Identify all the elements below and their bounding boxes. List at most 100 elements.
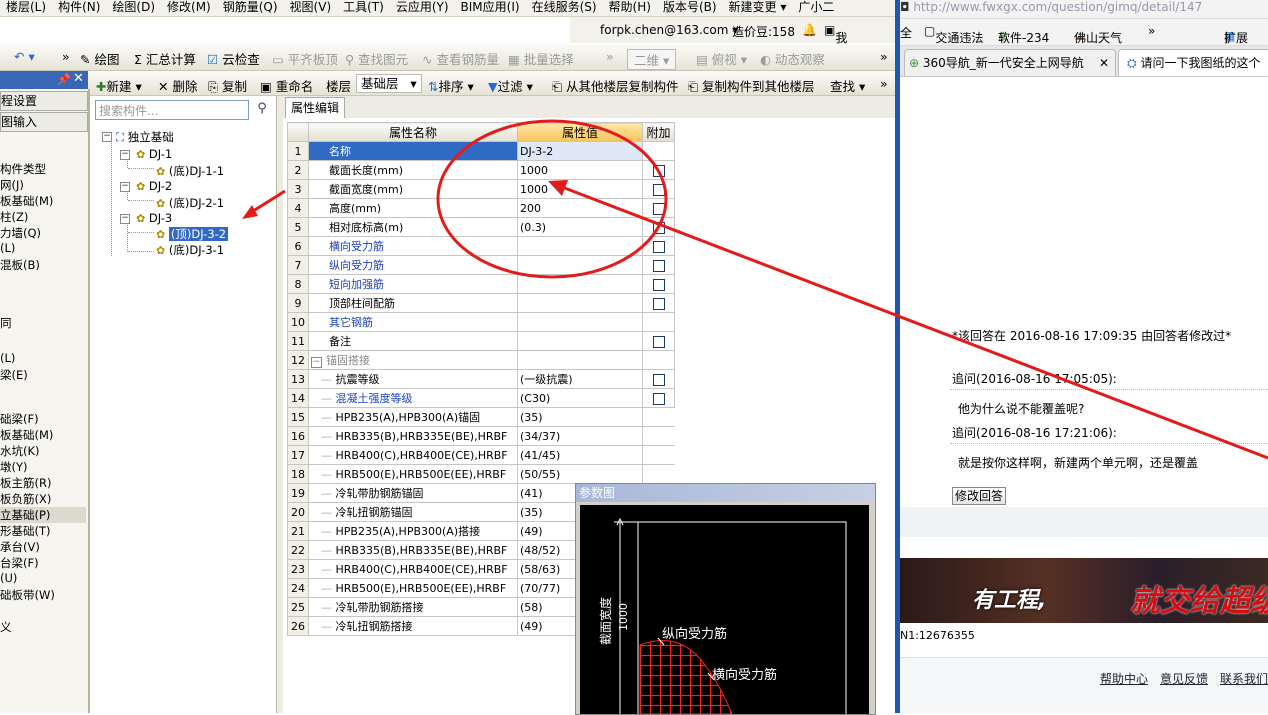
delete-button[interactable]: ✕ 删除 xyxy=(158,76,197,95)
tree-node-dj2-1[interactable]: ✿ (底)DJ-2-1 xyxy=(156,195,224,211)
property-value[interactable] xyxy=(517,350,643,370)
modify-answer-button[interactable]: 修改回答 xyxy=(952,487,1007,505)
nav-item[interactable]: 板负筋(X) xyxy=(0,491,51,507)
table-row[interactable]: 2 截面长度(mm) 1000 xyxy=(287,160,675,180)
property-value[interactable]: 1000 xyxy=(517,179,643,199)
property-name[interactable]: 备注 xyxy=(308,331,518,351)
collapse-toggle[interactable]: − xyxy=(311,357,322,368)
address-bar[interactable]: ◘ http://www.fwxgx.com/question/gimq/det… xyxy=(900,0,1268,19)
nav-item[interactable]: 承台(V) xyxy=(0,539,40,555)
collapse-toggle[interactable]: − xyxy=(120,150,130,160)
table-row[interactable]: 13— 抗震等级 (一级抗震) xyxy=(287,369,675,389)
property-value[interactable]: (34/37) xyxy=(517,426,643,446)
copy-from-floor-button[interactable]: ⎗ 从其他楼层复制构件 xyxy=(552,76,679,95)
nav-item[interactable]: 构件类型 xyxy=(0,161,46,177)
table-row[interactable]: 9 顶部柱间配筋 xyxy=(287,293,675,313)
property-name[interactable]: — 冷轧扭钢筋搭接 xyxy=(308,616,518,636)
fav-overflow[interactable]: » xyxy=(1148,24,1155,38)
collapse-toggle[interactable]: − xyxy=(120,182,130,192)
undo-icon[interactable]: ↶ ▾ xyxy=(14,49,35,64)
nav-item[interactable]: 力墙(Q) xyxy=(0,225,41,241)
table-row[interactable]: 8 短向加强筋 xyxy=(287,274,675,294)
property-name[interactable]: — HRB400(C),HRB400E(CE),HRBF xyxy=(308,559,518,579)
perspective-button[interactable]: ▤ 俯视 ▾ xyxy=(696,49,747,68)
find-button[interactable]: 查找 ▾ xyxy=(830,76,865,95)
find-element-button[interactable]: ⚲ 查找图元 xyxy=(345,49,408,68)
property-name[interactable]: 名称 xyxy=(308,141,518,161)
menu-item[interactable]: BIM应用(I) xyxy=(455,0,526,14)
property-name[interactable]: 其它钢筋 xyxy=(308,312,518,332)
property-name[interactable]: 截面宽度(mm) xyxy=(308,179,518,199)
menu-item[interactable]: 工具(T) xyxy=(337,0,390,14)
property-name[interactable]: − 锚固搭接 xyxy=(308,350,518,370)
footer-link-help[interactable]: 帮助中心 xyxy=(1100,670,1148,687)
property-name[interactable]: 横向受力筋 xyxy=(308,236,518,256)
grid-header-name[interactable]: 属性名称 xyxy=(308,122,518,142)
nav-item[interactable]: (L) xyxy=(0,241,15,255)
property-value[interactable] xyxy=(517,255,643,275)
table-row[interactable]: 12− 锚固搭接 xyxy=(287,350,675,370)
tree-root[interactable]: ⛶ 独立基础 xyxy=(116,129,174,145)
flat-slab-button[interactable]: ▭ 平齐板顶 xyxy=(272,49,338,68)
search-input[interactable]: 搜索构件... xyxy=(95,100,249,120)
table-row[interactable]: 16— HRB335(B),HRB335E(BE),HRBF (34/37) xyxy=(287,426,675,446)
tab-property-edit[interactable]: 属性编辑 xyxy=(285,97,345,118)
extra-checkbox[interactable] xyxy=(652,164,665,177)
suggest-link[interactable]: ▣ 我要建议 xyxy=(824,23,847,96)
footer-link-contact[interactable]: 联系我们 xyxy=(1220,670,1268,687)
browser-tab-360[interactable]: ⊕ 360导航_新一代安全上网导航 ✕ xyxy=(904,49,1116,76)
close-icon[interactable]: ✕ xyxy=(73,71,84,86)
nav-item[interactable]: 台梁(F) xyxy=(0,555,39,571)
property-value[interactable]: (0.3) xyxy=(517,217,643,237)
view-rebar-button[interactable]: ∿ 查看钢筋量 xyxy=(422,49,499,68)
menu-item[interactable]: 绘图(D) xyxy=(106,0,161,14)
filter-button[interactable]: ▼过滤 ▾ xyxy=(488,76,533,95)
grid-header-extra[interactable]: 附加 xyxy=(642,122,675,142)
copy-to-floor-button[interactable]: ⎗ 复制构件到其他楼层 xyxy=(688,76,815,95)
rename-button[interactable]: ▣ 重命名 xyxy=(260,76,313,95)
property-name[interactable]: — HRB335(B),HRB335E(BE),HRBF xyxy=(308,540,518,560)
nav-item[interactable]: 网(J) xyxy=(0,177,24,193)
collapse-toggle[interactable]: − xyxy=(120,214,130,224)
property-value[interactable] xyxy=(517,312,643,332)
property-name[interactable]: — HPB235(A),HPB300(A)搭接 xyxy=(308,521,518,541)
property-value[interactable] xyxy=(517,293,643,313)
property-name[interactable]: — 混凝土强度等级 xyxy=(308,388,518,408)
menu-item[interactable]: 云应用(Y) xyxy=(390,0,455,14)
property-name[interactable]: 截面长度(mm) xyxy=(308,160,518,180)
extra-checkbox[interactable] xyxy=(652,392,665,405)
property-name[interactable]: 高度(mm) xyxy=(308,198,518,218)
menu-item[interactable]: 修改(M) xyxy=(161,0,217,14)
property-value[interactable] xyxy=(517,236,643,256)
view-mode-select[interactable]: 二维 ▾ xyxy=(627,49,677,70)
nav-item[interactable]: 础板带(W) xyxy=(0,587,55,603)
menu-item[interactable]: 视图(V) xyxy=(284,0,338,14)
menu-item[interactable]: 新建变更 ▾ xyxy=(723,0,793,14)
footer-link-feedback[interactable]: 意见反馈 xyxy=(1160,670,1208,687)
copy-button[interactable]: ⎘ 复制 xyxy=(208,76,247,95)
table-row[interactable]: 6 横向受力筋 xyxy=(287,236,675,256)
nav-item[interactable]: 板基础(M) xyxy=(0,193,53,209)
nav-item[interactable]: 混板(B) xyxy=(0,257,40,273)
property-name[interactable]: — HRB400(C),HRB400E(CE),HRBF xyxy=(308,445,518,465)
table-row[interactable]: 10 其它钢筋 xyxy=(287,312,675,332)
extra-checkbox[interactable] xyxy=(652,259,665,272)
nav-item[interactable]: 板主筋(R) xyxy=(0,475,51,491)
extra-checkbox[interactable] xyxy=(652,335,665,348)
collapse-toggle[interactable]: − xyxy=(102,132,112,142)
table-row[interactable]: 18— HRB500(E),HRB500E(EE),HRBF (50/55) xyxy=(287,464,675,484)
table-row[interactable]: 5 相对底标高(m) (0.3) xyxy=(287,217,675,237)
menu-item[interactable]: 构件(N) xyxy=(52,0,106,14)
overflow-icon[interactable]: » xyxy=(880,49,888,64)
project-setting-button[interactable]: 程设置 xyxy=(0,91,88,111)
nav-item[interactable]: 柱(Z) xyxy=(0,209,28,225)
nav-item[interactable]: 义 xyxy=(0,619,12,635)
property-value[interactable]: 200 xyxy=(517,198,643,218)
nav-item[interactable]: 梁(E) xyxy=(0,367,28,383)
extra-checkbox[interactable] xyxy=(652,202,665,215)
property-value[interactable]: DJ-3-2 xyxy=(517,141,643,161)
nav-item[interactable]: 板基础(M) xyxy=(0,427,53,443)
nav-item[interactable]: 同 xyxy=(0,315,12,331)
menu-item[interactable]: 楼层(L) xyxy=(0,0,52,14)
property-name[interactable]: 顶部柱间配筋 xyxy=(308,293,518,313)
